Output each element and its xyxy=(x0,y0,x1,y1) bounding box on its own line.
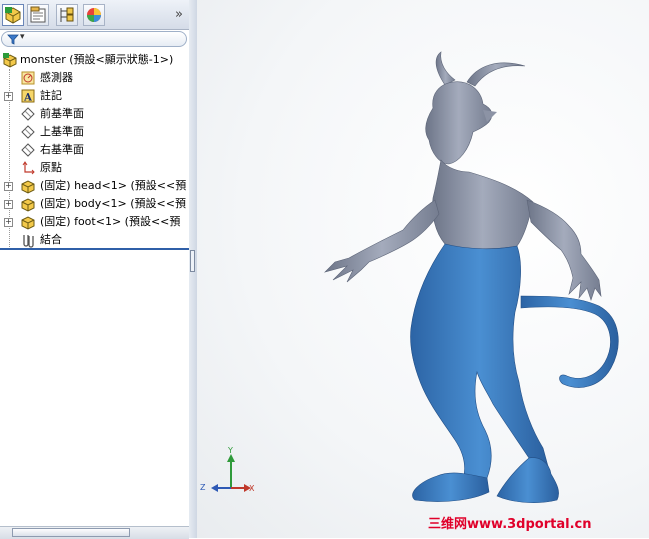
horizontal-scrollbar[interactable] xyxy=(0,526,189,539)
sensor-icon xyxy=(21,71,35,85)
filter-icon xyxy=(7,34,19,45)
plane-icon xyxy=(21,143,35,157)
triad-y-label: Y xyxy=(228,446,233,455)
tree-item-label: 上基準面 xyxy=(40,125,84,138)
expand-toggle[interactable]: + xyxy=(4,200,13,209)
assembly-icon xyxy=(3,53,17,68)
scrollbar-thumb[interactable] xyxy=(12,528,130,537)
tree-separator xyxy=(0,248,189,250)
mates-icon xyxy=(23,235,34,248)
part-icon xyxy=(21,216,35,230)
tree-root-label: monster (預設<顯示狀態-1>) xyxy=(20,53,174,66)
featuremanager-tab-icon xyxy=(5,7,21,24)
tree-root[interactable]: monster (預設<顯示狀態-1>) xyxy=(0,51,189,69)
more-tabs-icon[interactable]: » xyxy=(175,7,183,22)
tree-item-body[interactable]: + (固定) body<1> (預設<<預 xyxy=(0,195,189,213)
tree-item-right-plane[interactable]: 右基準面 xyxy=(0,141,189,159)
view-triad: Y X Z xyxy=(199,446,259,498)
graphics-viewport[interactable]: Y X Z xyxy=(197,0,649,538)
tree-item-label: 註記 xyxy=(40,89,62,102)
displaymanager-tab-icon xyxy=(87,8,101,22)
svg-text:A: A xyxy=(23,93,32,104)
panel-splitter[interactable] xyxy=(189,0,197,538)
triad-z-label: Z xyxy=(200,483,206,492)
tree-item-head[interactable]: + (固定) head<1> (預設<<預 xyxy=(0,177,189,195)
tree-item-origin[interactable]: 原點 xyxy=(0,159,189,177)
tab-propertymanager[interactable] xyxy=(27,4,49,26)
propertymanager-tab-icon xyxy=(30,6,46,23)
splitter-grip-icon[interactable] xyxy=(190,250,195,272)
plane-icon xyxy=(21,107,35,121)
tree-item-label: (固定) body<1> (預設<<預 xyxy=(40,197,186,210)
tree-item-mates[interactable]: 結合 xyxy=(0,231,189,249)
tree-item-top-plane[interactable]: 上基準面 xyxy=(0,123,189,141)
monster-model xyxy=(323,51,619,503)
expand-toggle[interactable]: + xyxy=(4,182,13,191)
tree-item-annotations[interactable]: + A 註記 xyxy=(0,87,189,105)
feature-manager-panel: » ▾ monster (預設<顯示狀態-1>) 感測器 + A 註記 前基準面… xyxy=(0,0,190,539)
panel-tab-bar: » xyxy=(0,0,189,30)
tab-displaymanager[interactable] xyxy=(83,4,105,26)
expand-toggle[interactable]: + xyxy=(4,92,13,101)
part-icon xyxy=(21,198,35,212)
feature-tree: monster (預設<顯示狀態-1>) 感測器 + A 註記 前基準面 上基準… xyxy=(0,51,189,249)
filter-dropdown-icon[interactable]: ▾ xyxy=(20,32,25,42)
tree-item-label: 結合 xyxy=(40,233,62,246)
feature-filter[interactable]: ▾ xyxy=(1,31,187,47)
plane-icon xyxy=(21,125,35,139)
tab-configurationmanager[interactable] xyxy=(56,4,78,26)
annotation-icon: A xyxy=(21,89,35,104)
tab-featuremanager[interactable] xyxy=(2,4,24,26)
tree-item-label: (固定) head<1> (預設<<預 xyxy=(40,179,187,192)
part-icon xyxy=(21,180,35,194)
configurationmanager-tab-icon xyxy=(60,7,74,22)
tree-item-label: 感測器 xyxy=(40,71,73,84)
tree-item-foot[interactable]: + (固定) foot<1> (預設<<預 xyxy=(0,213,189,231)
origin-icon xyxy=(22,161,35,175)
tree-item-label: 右基準面 xyxy=(40,143,84,156)
tree-item-label: 前基準面 xyxy=(40,107,84,120)
tree-item-front-plane[interactable]: 前基準面 xyxy=(0,105,189,123)
tree-item-sensors[interactable]: 感測器 xyxy=(0,69,189,87)
tree-item-label: 原點 xyxy=(40,161,62,174)
triad-x-label: X xyxy=(249,484,255,493)
tree-item-label: (固定) foot<1> (預設<<預 xyxy=(40,215,181,228)
watermark-text: 三维网www.3dportal.cn xyxy=(428,517,592,532)
expand-toggle[interactable]: + xyxy=(4,218,13,227)
